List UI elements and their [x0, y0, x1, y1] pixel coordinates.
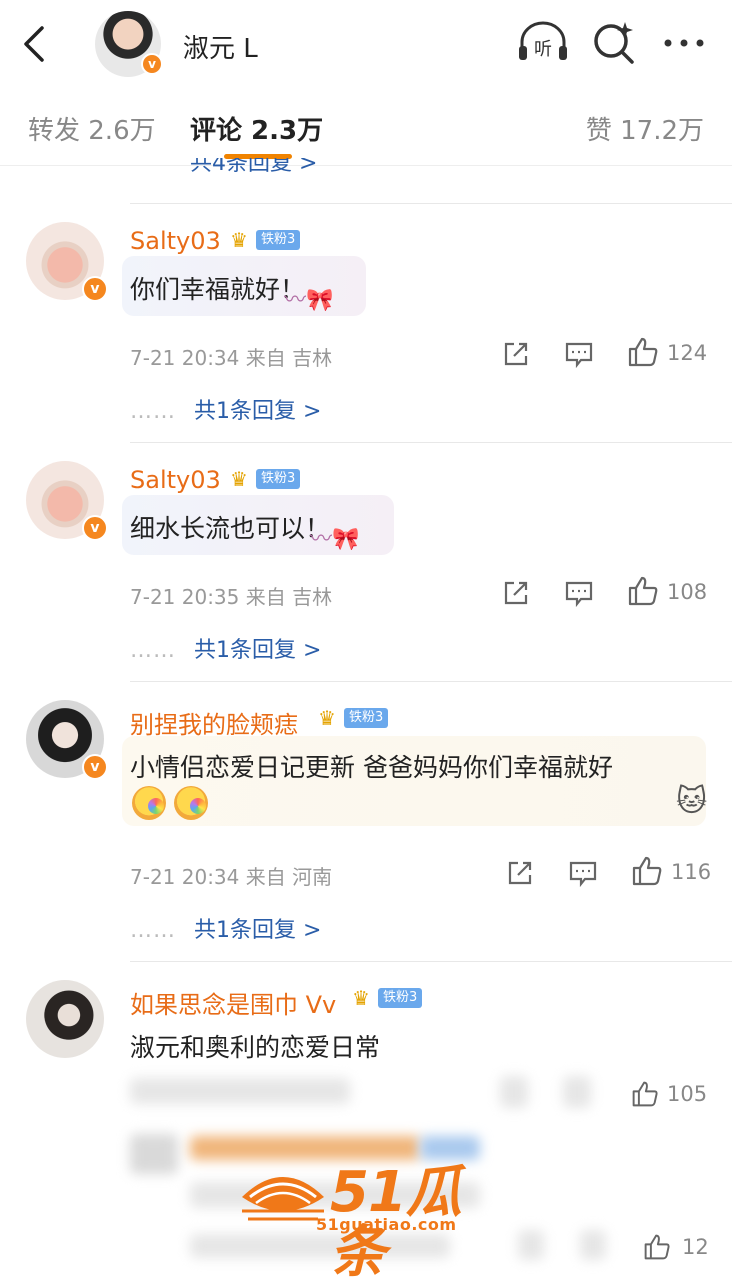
verified-icon: v — [82, 276, 108, 302]
repost-icon[interactable] — [502, 577, 530, 609]
blurred-repost-icon — [500, 1076, 528, 1108]
comment-meta: 7-21 20:34 来自 吉林 — [130, 346, 333, 370]
listen-icon[interactable]: 听 — [516, 20, 570, 64]
like-count: 108 — [667, 580, 708, 604]
comment-text: 你们幸福就好！ — [130, 275, 306, 304]
comment-item: v Salty03 ♛ 铁粉3 你们幸福就好！ 〰🎀 7-21 20:34 来自… — [0, 220, 732, 442]
search-sparkle-icon[interactable] — [592, 20, 636, 64]
commenter-avatar[interactable]: v — [26, 461, 108, 541]
repost-icon[interactable] — [506, 857, 534, 889]
view-replies-link[interactable]: …… 共1条回复 > — [130, 393, 321, 425]
crown-icon: ♛ — [230, 228, 248, 252]
tab-repost[interactable]: 转发 2.6万 — [28, 110, 156, 147]
svg-text:听: 听 — [534, 39, 552, 60]
comment-item: v 别捏我的脸颊痣 ♛ 铁粉3 小情侣恋爱日记更新 爸爸妈妈你们幸福就好 🐱 7… — [0, 698, 732, 960]
tab-bar: 转发 2.6万 评论 2.3万 赞 17.2万 — [0, 86, 732, 166]
watermark-url: 51guatiao.com — [316, 1215, 457, 1234]
rainbow-kiss-emoji-icon — [174, 786, 208, 820]
like-icon[interactable] — [643, 1231, 671, 1263]
like-count: 105 — [667, 1082, 708, 1106]
watermark-logo: 51瓜条 51guatiao.com — [238, 1163, 496, 1280]
like-count: 116 — [671, 860, 712, 884]
fan-badge[interactable]: ♛ 铁粉3 — [352, 986, 423, 1010]
crown-icon: ♛ — [352, 986, 370, 1010]
blurred-reply-name — [190, 1136, 420, 1160]
commenter-name[interactable]: Salty03 — [130, 227, 221, 255]
fan-badge[interactable]: ♛ 铁粉3 — [230, 228, 301, 252]
watermelon-logo-icon — [242, 1177, 324, 1221]
author-avatar[interactable]: v — [95, 11, 163, 77]
comment-meta: 7-21 20:34 来自 河南 — [130, 865, 333, 889]
commenter-avatar[interactable] — [26, 980, 104, 1058]
blurred-reply-avatar — [130, 1134, 178, 1174]
verified-icon: v — [141, 53, 163, 75]
commenter-name[interactable]: Salty03 — [130, 466, 221, 494]
comment-icon[interactable] — [565, 338, 593, 370]
fan-badge[interactable]: ♛ 铁粉3 — [318, 706, 389, 730]
tab-comment[interactable]: 评论 2.3万 — [190, 110, 323, 147]
like-icon[interactable] — [631, 855, 663, 887]
tab-like[interactable]: 赞 17.2万 — [586, 110, 704, 147]
comment-text: 小情侣恋爱日记更新 爸爸妈妈你们幸福就好 — [130, 753, 613, 782]
divider — [130, 681, 732, 682]
comment-item: v Salty03 ♛ 铁粉3 细水长流也可以！ 〰🎀 7-21 20:35 来… — [0, 459, 732, 681]
blurred-reply-badge — [420, 1136, 480, 1160]
view-replies-link[interactable]: …… 共1条回复 > — [130, 632, 321, 664]
commenter-avatar[interactable]: v — [26, 222, 108, 302]
comment-text: 淑元和奥利的恋爱日常 — [130, 1033, 381, 1062]
blurred-comment-icon — [563, 1076, 591, 1108]
like-count: 124 — [667, 341, 708, 365]
back-arrow-icon[interactable] — [18, 24, 52, 64]
like-icon[interactable] — [627, 575, 659, 607]
like-icon[interactable] — [631, 1078, 659, 1110]
author-name[interactable]: 淑元 L — [183, 28, 258, 65]
comment-meta: 7-21 20:35 来自 吉林 — [130, 585, 333, 609]
crown-icon: ♛ — [230, 467, 248, 491]
like-icon[interactable] — [627, 336, 659, 368]
view-replies-link[interactable]: …… 共1条回复 > — [130, 912, 321, 944]
fan-badge[interactable]: ♛ 铁粉3 — [230, 467, 301, 491]
divider — [130, 442, 732, 443]
divider — [130, 961, 732, 962]
comment-text: 细水长流也可以！ — [130, 514, 331, 543]
cutoff-reply-link[interactable]: 共4条回复 > — [190, 158, 317, 178]
blurred-meta — [130, 1078, 350, 1104]
divider — [130, 203, 732, 204]
verified-icon: v — [82, 754, 108, 780]
commenter-name[interactable]: 别捏我的脸颊痣 — [130, 705, 298, 740]
verified-icon: v — [82, 515, 108, 541]
bubble-decoration: 〰🎀 — [284, 288, 334, 313]
commenter-name[interactable]: 如果思念是围巾 Vv — [130, 985, 336, 1020]
crown-icon: ♛ — [318, 706, 336, 730]
repost-icon[interactable] — [502, 338, 530, 370]
blurred-reply-icon — [580, 1230, 606, 1260]
blurred-reply-icon — [518, 1230, 544, 1260]
top-bar: v 淑元 L 听 — [0, 0, 732, 86]
comment-icon[interactable] — [565, 577, 593, 609]
more-icon[interactable] — [662, 30, 706, 56]
comment-icon[interactable] — [569, 857, 597, 889]
like-count: 12 — [682, 1235, 709, 1259]
commenter-avatar[interactable]: v — [26, 700, 108, 780]
rainbow-kiss-emoji-icon — [132, 786, 166, 820]
bubble-decoration: 🐱 — [676, 784, 708, 819]
bubble-decoration: 〰🎀 — [310, 527, 360, 552]
